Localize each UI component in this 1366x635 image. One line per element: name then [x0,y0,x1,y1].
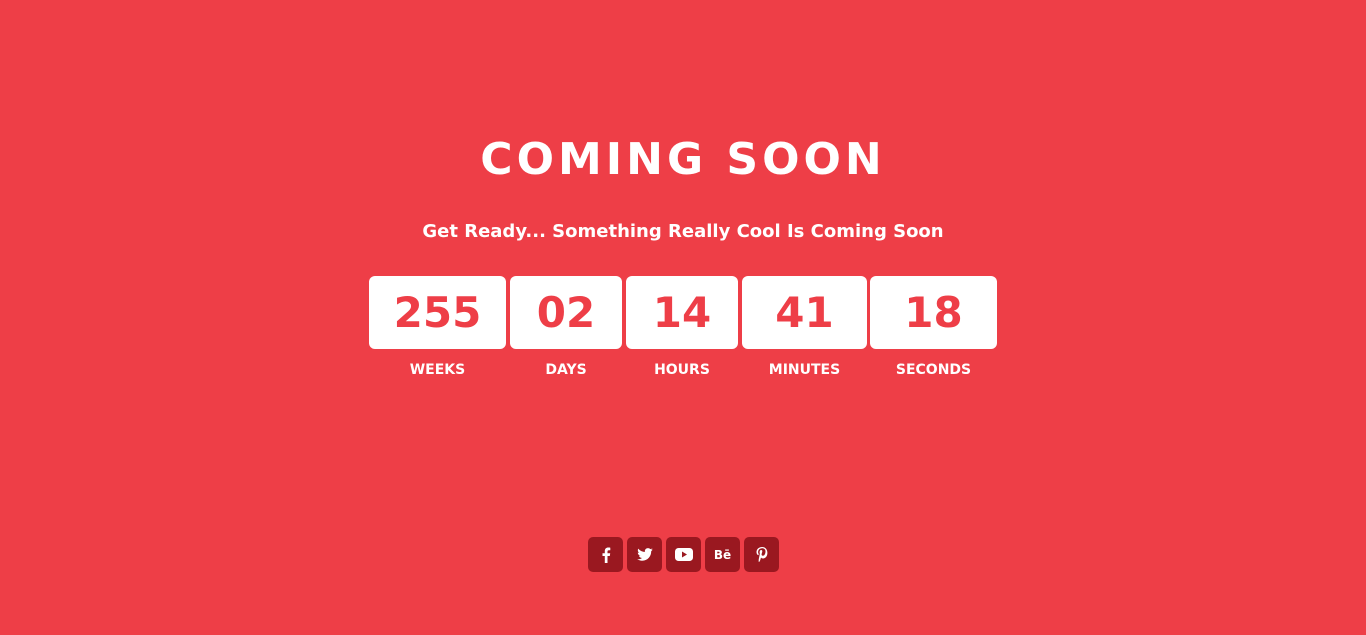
twitter-icon [636,548,653,561]
countdown-hours-value: 14 [626,276,738,349]
countdown-weeks-label: WEEKS [409,362,466,378]
countdown-weeks-value: 255 [369,276,506,349]
countdown-seconds: 18 SECONDS [870,276,997,379]
pinterest-button[interactable] [744,537,779,572]
youtube-icon [674,548,693,561]
countdown-minutes: 41 MINUTES [742,276,867,379]
pinterest-icon [756,547,767,562]
countdown-weeks: 255 WEEKS [369,276,506,379]
behance-button[interactable]: Bē [705,537,740,572]
countdown-seconds-label: SECONDS [895,362,972,378]
countdown-hours-label: HOURS [654,362,710,378]
countdown-minutes-label: MINUTES [768,362,841,378]
youtube-button[interactable] [666,537,701,572]
countdown-days-label: DAYS [545,362,587,378]
facebook-icon [602,547,610,563]
behance-icon: Bē [713,547,732,562]
page-subtitle: Get Ready... Something Really Cool Is Co… [422,221,944,242]
countdown-seconds-value: 18 [870,276,997,349]
countdown-hours: 14 HOURS [626,276,738,379]
countdown-timer: 255 WEEKS 02 DAYS 14 HOURS 41 MINUTES 18… [369,276,997,386]
countdown-days-value: 02 [510,276,622,349]
facebook-button[interactable] [588,537,623,572]
page-title: COMING SOON [480,134,886,185]
countdown-days: 02 DAYS [510,276,622,379]
twitter-button[interactable] [627,537,662,572]
countdown-minutes-value: 41 [742,276,867,349]
